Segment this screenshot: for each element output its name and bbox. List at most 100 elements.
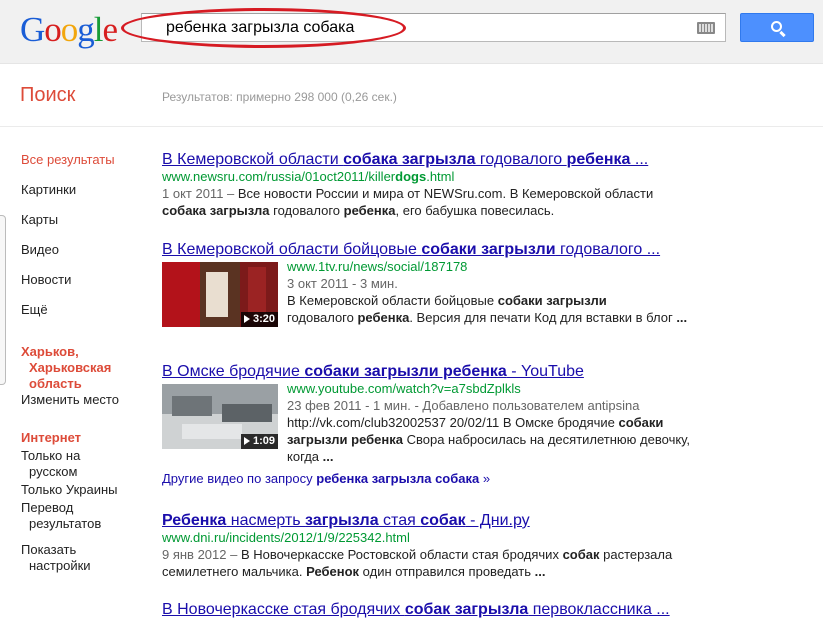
filter-russian-only[interactable]: Только на русском [21, 448, 151, 480]
search-result: Ребенка насмерть загрызла стая собак - Д… [162, 511, 722, 580]
result-title-link[interactable]: В Новочеркасске стая бродячих собак загр… [162, 600, 722, 619]
filter-label: Перевод [21, 500, 74, 515]
filter-label: результатов [29, 516, 102, 531]
sidebar-item-images[interactable]: Картинки [21, 182, 151, 212]
snippet-highlight: Ребенок [306, 564, 360, 579]
search-button[interactable] [740, 13, 814, 42]
change-location-link[interactable]: Изменить место [21, 392, 151, 408]
url-highlight: dogs [395, 169, 427, 184]
video-meta: 3 окт 2011 - 3 мин. [287, 276, 398, 291]
video-duration: 3:20 [240, 312, 278, 327]
title-text: насмерть [226, 512, 306, 529]
logo-letter: l [93, 10, 104, 49]
title-text: - Дни.ру [465, 512, 530, 529]
snippet-highlight: загрызли ребенка [287, 432, 403, 447]
title-text: В Кемеровской области бойцовые [162, 241, 422, 258]
result-stats: Результатов: примерно 298 000 (0,26 сек.… [162, 90, 397, 104]
sidebar-item-maps[interactable]: Карты [21, 212, 151, 242]
snippet-text: годовалого [287, 310, 358, 325]
title-text: В Новочеркасске стая бродячих [162, 601, 405, 618]
more-videos-link[interactable]: Другие видео по запросу ребенка загрызла… [162, 471, 722, 487]
filter-ukraine-only[interactable]: Только Украины [21, 482, 151, 498]
location-line: Харьковская [29, 360, 112, 375]
snippet-highlight: ребенка [357, 310, 410, 325]
sidebar-item-video[interactable]: Видео [21, 242, 151, 272]
filter-label: Показать [21, 542, 77, 557]
result-url: www.1tv.ru/news/social/187178 [287, 259, 468, 274]
search-result: В Новочеркасске стая бродячих собак загр… [162, 600, 722, 619]
result-url: www.dni.ru/incidents/2012/1/9/225342.htm… [162, 530, 410, 545]
result-title-link[interactable]: В Кемеровской области бойцовые собаки за… [162, 240, 722, 259]
location-line: область [29, 376, 82, 391]
logo-letter: e [102, 10, 119, 49]
side-scroll-handle[interactable] [0, 215, 6, 385]
title-text: первоклассника ... [528, 601, 670, 618]
title-text: - YouTube [506, 363, 584, 380]
more-videos: Другие видео по запросу ребенка загрызла… [162, 471, 722, 487]
play-icon [243, 315, 250, 324]
logo-letter: g [77, 10, 94, 49]
video-meta: 23 фев 2011 - 1 мин. - Добавлено пользов… [287, 398, 640, 413]
sidebar-item-news[interactable]: Новости [21, 272, 151, 302]
title-highlight: Ребенка [162, 512, 227, 529]
snippet-text: , его бабушка повесилась. [395, 203, 555, 218]
snippet-highlight: ... [322, 449, 334, 464]
video-row: 3:20 www.1tv.ru/news/social/187178 3 окт… [162, 259, 722, 327]
show-settings-link[interactable]: Показать настройки [21, 542, 151, 574]
keyboard-icon[interactable] [697, 22, 715, 34]
filter-label: настройки [29, 558, 91, 573]
snippet-text: В Новочеркасске Ростовской области стая … [240, 547, 563, 562]
video-thumbnail[interactable]: 1:09 [162, 384, 278, 449]
search-icon [771, 21, 782, 32]
link-text: Другие видео по запросу [162, 471, 317, 486]
url-text: www.newsru.com/russia/01oct2011/killer [162, 169, 396, 184]
snippet-text: В Кемеровской области бойцовые [287, 293, 498, 308]
title-text: годовалого ... [555, 241, 661, 258]
result-snippet: http://vk.com/club32002537 20/02/11 В Ом… [287, 414, 722, 465]
snippet-text: Все новости России и мира от NEWSru.com.… [237, 186, 654, 201]
title-text: В Омске бродячие [162, 363, 305, 380]
result-date: 9 янв 2012 – [162, 547, 241, 562]
sidebar-item-more[interactable]: Ещё [21, 302, 151, 332]
title-highlight: собаки загрызли [421, 241, 556, 258]
title-highlight: собаки загрызли ребенка [304, 363, 507, 380]
video-thumbnail[interactable]: 3:20 [162, 262, 278, 327]
result-title-link[interactable]: Ребенка насмерть загрызла стая собак - Д… [162, 511, 722, 530]
logo-letter: G [20, 10, 45, 49]
duration-text: 1:09 [252, 435, 275, 447]
video-result: В Кемеровской области бойцовые собаки за… [162, 240, 722, 327]
link-highlight: ребенка загрызла собака [316, 471, 480, 486]
snippet-text: http://vk.com/club32002537 20/02/11 В Ом… [287, 415, 619, 430]
title-highlight: загрызла [305, 512, 379, 529]
search-result: В Кемеровской области собака загрызла го… [162, 150, 722, 219]
snippet-highlight: собаки загрызли [497, 293, 607, 308]
result-title-link[interactable]: В Кемеровской области собака загрызла го… [162, 150, 722, 169]
title-highlight: собака загрызла [343, 151, 476, 168]
link-text: » [479, 471, 491, 486]
title-highlight: собак [420, 512, 466, 529]
title-highlight: собак загрызла [404, 601, 529, 618]
location-line: Харьков, [21, 344, 79, 359]
video-row: 1:09 www.youtube.com/watch?v=a7sbdZplkls… [162, 381, 722, 465]
logo-letter: o [60, 10, 78, 49]
title-text: ... [630, 151, 649, 168]
google-logo[interactable]: Google [20, 10, 119, 50]
result-url: www.youtube.com/watch?v=a7sbdZplkls [287, 381, 521, 396]
logo-letter: o [44, 10, 61, 49]
snippet-highlight: ... [534, 564, 546, 579]
filter-translated[interactable]: Перевод результатов [21, 500, 151, 532]
annotation-circle [121, 8, 406, 48]
snippet-highlight: собаки [618, 415, 664, 430]
sidebar: Все результаты Картинки Карты Видео Ново… [21, 152, 151, 574]
sidebar-item-all[interactable]: Все результаты [21, 152, 151, 182]
snippet-highlight: ребенка [343, 203, 396, 218]
result-snippet: 9 янв 2012 – В Новочеркасске Ростовской … [162, 546, 722, 580]
video-details: www.youtube.com/watch?v=a7sbdZplkls 23 ф… [287, 381, 722, 465]
location: Харьков, Харьковская область [21, 344, 151, 392]
section-title-internet: Интернет [21, 430, 82, 445]
snippet-highlight: собак [562, 547, 600, 562]
video-details: www.1tv.ru/news/social/187178 3 окт 2011… [287, 259, 722, 326]
result-url: www.newsru.com/russia/01oct2011/killerdo… [162, 169, 722, 185]
video-duration: 1:09 [240, 434, 278, 449]
result-title-link[interactable]: В Омске бродячие собаки загрызли ребенка… [162, 362, 722, 381]
